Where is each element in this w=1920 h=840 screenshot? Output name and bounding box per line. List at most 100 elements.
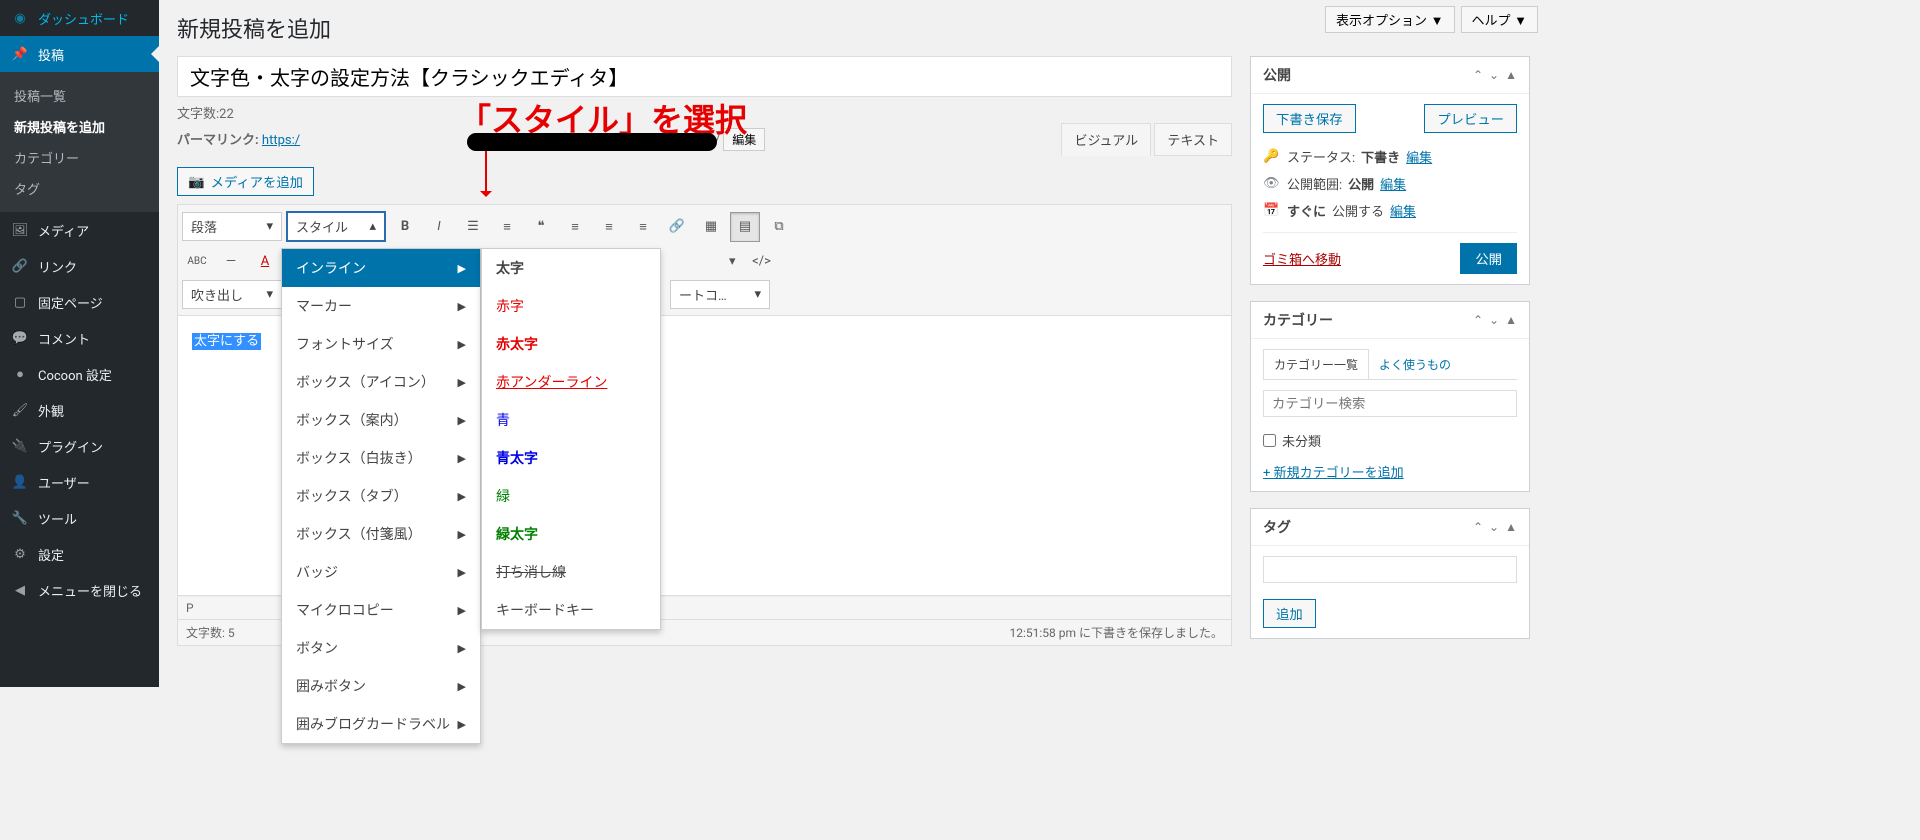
style-item-box-tab[interactable]: ボックス（タブ）▶ — [282, 477, 480, 515]
category-search-input[interactable] — [1263, 390, 1517, 417]
nav-settings[interactable]: ⚙設定 — [0, 536, 159, 572]
style-item-box-sticky[interactable]: ボックス（付箋風）▶ — [282, 515, 480, 553]
chevron-up-icon: ▴ — [369, 219, 376, 234]
inline-red-bold[interactable]: 赤太字 — [482, 325, 660, 363]
inline-green-bold[interactable]: 緑太字 — [482, 515, 660, 553]
chevron-right-icon: ▶ — [458, 376, 466, 389]
nav-categories[interactable]: カテゴリー — [0, 142, 159, 173]
add-category-link[interactable]: + 新規カテゴリーを追加 — [1263, 462, 1404, 481]
add-tag-button[interactable]: 追加 — [1263, 599, 1316, 628]
strikethrough-button[interactable]: ABC — [182, 246, 212, 276]
tags-input[interactable] — [1263, 556, 1517, 583]
edit-schedule-link[interactable]: 編集 — [1390, 201, 1416, 220]
number-list-button[interactable]: ≡ — [492, 212, 522, 242]
style-item-wrap-blogcard[interactable]: 囲みブログカードラベル▶ — [282, 705, 480, 743]
inline-red-underline[interactable]: 赤アンダーライン — [482, 363, 660, 401]
align-left-button[interactable]: ≡ — [560, 212, 590, 242]
align-right-button[interactable]: ≡ — [628, 212, 658, 242]
blockquote-button[interactable]: ❝ — [526, 212, 556, 242]
edit-status-link[interactable]: 編集 — [1406, 147, 1432, 166]
balloon-select[interactable]: 吹き出し▾ — [182, 280, 282, 309]
chevron-right-icon: ▶ — [458, 642, 466, 655]
style-item-wrap-button[interactable]: 囲みボタン▶ — [282, 667, 480, 705]
style-item-marker[interactable]: マーカー▶ — [282, 287, 480, 325]
nav-media[interactable]: 🖼メディア — [0, 212, 159, 248]
screen-options-button[interactable]: 表示オプション ▼ — [1325, 6, 1454, 33]
text-color-button[interactable]: A — [250, 246, 280, 276]
nav-pages[interactable]: ▢固定ページ — [0, 284, 159, 320]
selected-text: 太字にする — [192, 333, 261, 350]
visual-tab[interactable]: ビジュアル — [1061, 123, 1151, 156]
style-item-inline[interactable]: インライン▶ — [282, 249, 480, 287]
copy-button[interactable]: ⧉ — [764, 212, 794, 242]
publish-button[interactable]: 公開 — [1460, 243, 1517, 274]
permalink-slug[interactable]: 法【クラシックエディタ】 — [557, 133, 712, 148]
bold-button[interactable]: B — [390, 212, 420, 242]
inline-bold[interactable]: 太字 — [482, 249, 660, 287]
link-button[interactable]: 🔗 — [662, 212, 692, 242]
tags-metabox: タグ ⌃⌄▲ 追加 — [1250, 508, 1530, 639]
inline-blue[interactable]: 青 — [482, 401, 660, 439]
style-item-box-outline[interactable]: ボックス（白抜き）▶ — [282, 439, 480, 477]
style-item-badge[interactable]: バッジ▶ — [282, 553, 480, 591]
shortcode-select[interactable]: ートコ…▾ — [670, 280, 770, 309]
nav-appearance[interactable]: 🖌外観 — [0, 392, 159, 428]
more-button[interactable]: ▦ — [696, 212, 726, 242]
inline-green[interactable]: 緑 — [482, 477, 660, 515]
nav-tools[interactable]: 🔧ツール — [0, 500, 159, 536]
inline-strike[interactable]: 打ち消し線 — [482, 553, 660, 591]
nav-collapse[interactable]: ◀メニューを閉じる — [0, 572, 159, 608]
nav-tags[interactable]: タグ — [0, 173, 159, 204]
style-select[interactable]: スタイル▴ — [286, 211, 386, 242]
metabox-toggle[interactable]: ⌃⌄▲ — [1473, 68, 1517, 82]
text-tab[interactable]: テキスト — [1154, 123, 1232, 156]
edit-permalink-button[interactable]: 編集 — [723, 128, 765, 151]
preview-button[interactable]: プレビュー — [1424, 104, 1517, 133]
hr-button[interactable]: — — [216, 246, 246, 276]
help-button[interactable]: ヘルプ ▼ — [1461, 6, 1538, 33]
code-row2-button[interactable]: ▾ — [722, 246, 743, 276]
category-tab-frequent[interactable]: よく使うもの — [1368, 349, 1462, 379]
metabox-toggle[interactable]: ⌃⌄▲ — [1473, 313, 1517, 327]
nav-posts-list[interactable]: 投稿一覧 — [0, 80, 159, 111]
edit-visibility-link[interactable]: 編集 — [1380, 174, 1406, 193]
nav-plugins[interactable]: 🔌プラグイン — [0, 428, 159, 464]
trash-link[interactable]: ゴミ箱へ移動 — [1263, 249, 1341, 268]
inline-blue-bold[interactable]: 青太字 — [482, 439, 660, 477]
category-checkbox[interactable] — [1263, 434, 1276, 447]
triangle-up-icon: ▲ — [1505, 313, 1517, 327]
add-media-button[interactable]: 📷 メディアを追加 — [177, 167, 314, 196]
chevron-down-icon: ▾ — [266, 287, 273, 302]
nav-links[interactable]: 🔗リンク — [0, 248, 159, 284]
format-select[interactable]: 段落▾ — [182, 212, 282, 241]
inline-keyboard[interactable]: キーボードキー — [482, 591, 660, 629]
category-tab-all[interactable]: カテゴリー一覧 — [1263, 349, 1369, 379]
bullet-list-button[interactable]: ☰ — [458, 212, 488, 242]
metabox-toggle[interactable]: ⌃⌄▲ — [1473, 520, 1517, 534]
nav-users[interactable]: 👤ユーザー — [0, 464, 159, 500]
style-item-box-icon[interactable]: ボックス（アイコン）▶ — [282, 363, 480, 401]
chevron-right-icon: ▶ — [458, 490, 466, 503]
style-item-fontsize[interactable]: フォントサイズ▶ — [282, 325, 480, 363]
italic-button[interactable]: I — [424, 212, 454, 242]
nav-posts[interactable]: 📌投稿 — [0, 36, 159, 72]
style-item-microcopy[interactable]: マイクロコピー▶ — [282, 591, 480, 629]
inline-red[interactable]: 赤字 — [482, 287, 660, 325]
post-title-input[interactable] — [177, 56, 1232, 97]
media-icon: 🖼 — [10, 220, 30, 240]
permalink-prefix[interactable]: https:/ — [262, 133, 300, 148]
comment-icon: 💬 — [10, 328, 30, 348]
style-item-button[interactable]: ボタン▶ — [282, 629, 480, 667]
style-item-box-info[interactable]: ボックス（案内）▶ — [282, 401, 480, 439]
style-dropdown: インライン▶ マーカー▶ フォントサイズ▶ ボックス（アイコン）▶ ボックス（案… — [281, 248, 481, 744]
toolbar-toggle-button[interactable]: ▤ — [730, 212, 760, 242]
save-draft-button[interactable]: 下書き保存 — [1263, 104, 1356, 133]
nav-posts-new[interactable]: 新規投稿を追加 — [0, 111, 159, 142]
nav-comments[interactable]: 💬コメント — [0, 320, 159, 356]
nav-cocoon[interactable]: ●Cocoon 設定 — [0, 356, 159, 392]
source-button[interactable]: </> — [747, 246, 777, 276]
category-item-uncategorized[interactable]: 未分類 — [1263, 427, 1517, 454]
camera-icon: 📷 — [188, 174, 205, 190]
nav-dashboard[interactable]: ◉ダッシュボード — [0, 0, 159, 36]
align-center-button[interactable]: ≡ — [594, 212, 624, 242]
